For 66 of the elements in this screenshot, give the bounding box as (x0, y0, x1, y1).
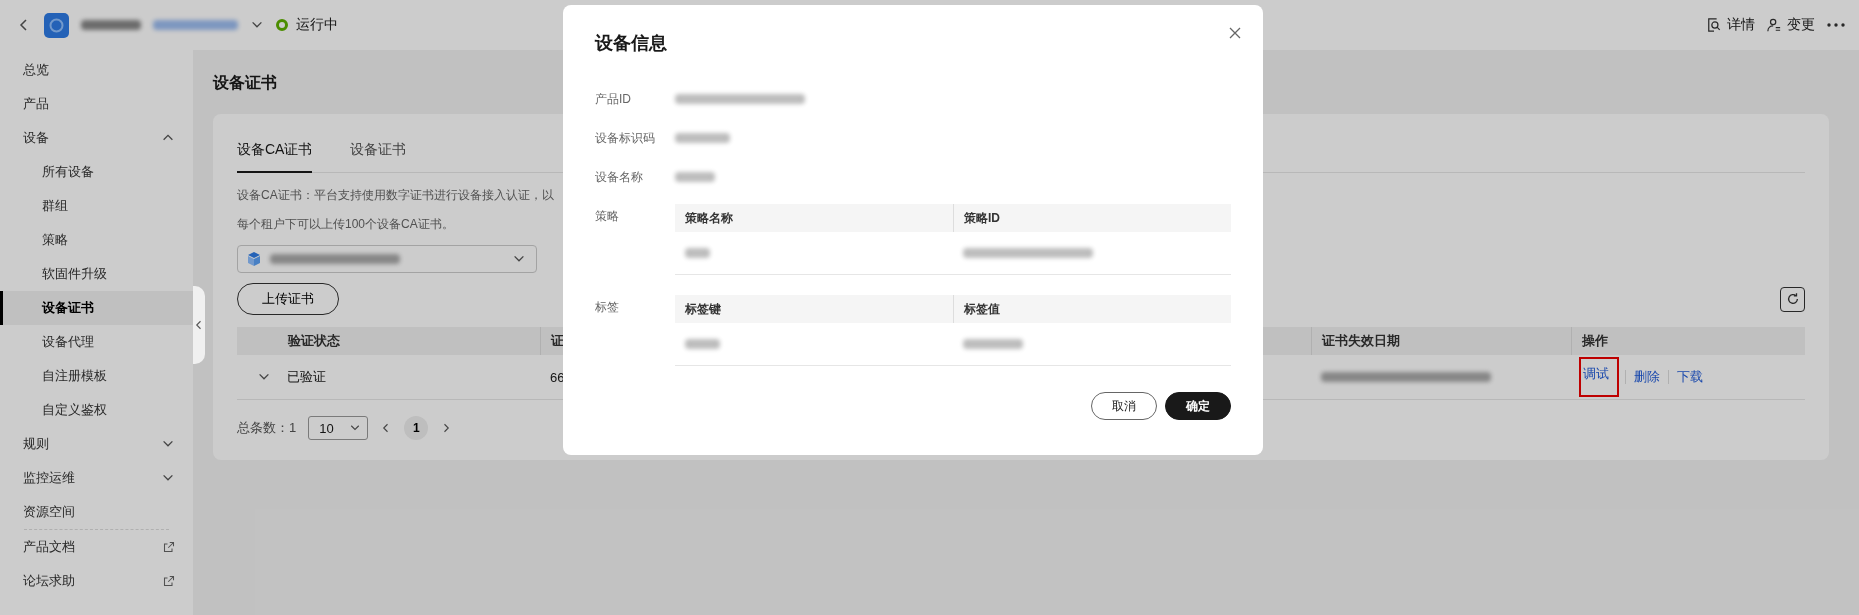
sidebar-item[interactable]: 产品 (0, 87, 193, 121)
sidebar-item[interactable]: 群组 (0, 189, 193, 223)
column-header: 策略ID (953, 204, 1231, 232)
collapse-handle[interactable] (193, 286, 205, 364)
sidebar-item[interactable]: 设备代理 (0, 325, 193, 359)
blurred-text (81, 20, 141, 30)
external-link-icon (163, 541, 175, 553)
refresh-button[interactable] (1780, 286, 1805, 312)
field-label: 策略 (595, 208, 620, 225)
column-header: 策略名称 (675, 204, 953, 232)
close-icon (1229, 27, 1241, 39)
cancel-button[interactable]: 取消 (1091, 392, 1157, 420)
sidebar-item[interactable]: 软固件升级 (0, 257, 193, 291)
field-label: 设备名称 (595, 169, 644, 186)
sidebar-item[interactable]: 设备 (0, 121, 193, 155)
status-ring-icon (276, 19, 288, 31)
dialog-title: 设备信息 (595, 32, 667, 55)
sidebar-item[interactable]: 策略 (0, 223, 193, 257)
action-link[interactable]: 下载 (1677, 368, 1703, 386)
sidebar-item[interactable]: 所有设备 (0, 155, 193, 189)
confirm-button[interactable]: 确定 (1165, 392, 1231, 420)
description-text: 设备CA证书：平台支持使用数字证书进行设备接入认证，以 (237, 188, 554, 202)
action-link[interactable]: 调试 (1581, 359, 1617, 395)
sidebar-item[interactable]: 产品文档 (0, 530, 193, 564)
tab[interactable]: 设备CA证书 (237, 133, 313, 173)
close-button[interactable] (1229, 27, 1241, 39)
column-header: 证书失效日期 (1311, 327, 1571, 355)
page-size-select[interactable]: 10 (308, 416, 369, 440)
sidebar-item[interactable]: 规则 (0, 427, 193, 461)
sidebar-item[interactable]: 论坛求助 (0, 564, 193, 598)
field-label: 产品ID (595, 91, 632, 108)
action-link[interactable]: 删除 (1634, 368, 1660, 386)
description-text: 每个租户下可以上传100个设备CA证书。 (237, 217, 454, 231)
page-button[interactable]: 1 (404, 416, 429, 440)
blurred-text (685, 248, 710, 258)
column-header: 操作 (1571, 327, 1805, 355)
blurred-text (963, 339, 1023, 349)
page-title: 设备证书 (213, 73, 277, 93)
field-label: 设备标识码 (595, 130, 656, 147)
external-link-icon (163, 575, 175, 587)
tab[interactable]: 设备证书 (350, 133, 407, 173)
user-swap-icon (1767, 18, 1781, 32)
sidebar-item[interactable]: 监控运维 (0, 461, 193, 495)
sidebar-item[interactable]: 总览 (0, 53, 193, 87)
sidebar-item[interactable]: 自定义鉴权 (0, 393, 193, 427)
blurred-text (675, 172, 715, 182)
sidebar-item[interactable]: 资源空间 (0, 495, 193, 529)
upload-button[interactable]: 上传证书 (237, 283, 339, 315)
blurred-text (675, 133, 730, 143)
blurred-text (685, 339, 720, 349)
column-header: 标签键 (675, 295, 953, 323)
search-icon (1707, 18, 1721, 32)
column-header: 验证状态 (237, 327, 540, 355)
field-label: 标签 (595, 299, 620, 316)
cube-icon (246, 251, 262, 267)
header-action[interactable]: 变更 (1767, 16, 1815, 34)
sidebar-item[interactable]: 自注册模板 (0, 359, 193, 393)
table-cell: 已验证 (287, 368, 326, 386)
more-icon[interactable] (1827, 23, 1845, 27)
header-action[interactable]: 详情 (1707, 16, 1755, 34)
total-count: 总条数：1 (237, 419, 297, 437)
app-icon (44, 12, 69, 38)
sidebar-item[interactable]: 设备证书 (0, 291, 193, 325)
column-header: 标签值 (953, 295, 1231, 323)
status-text: 运行中 (296, 16, 338, 34)
refresh-icon (1785, 292, 1800, 306)
